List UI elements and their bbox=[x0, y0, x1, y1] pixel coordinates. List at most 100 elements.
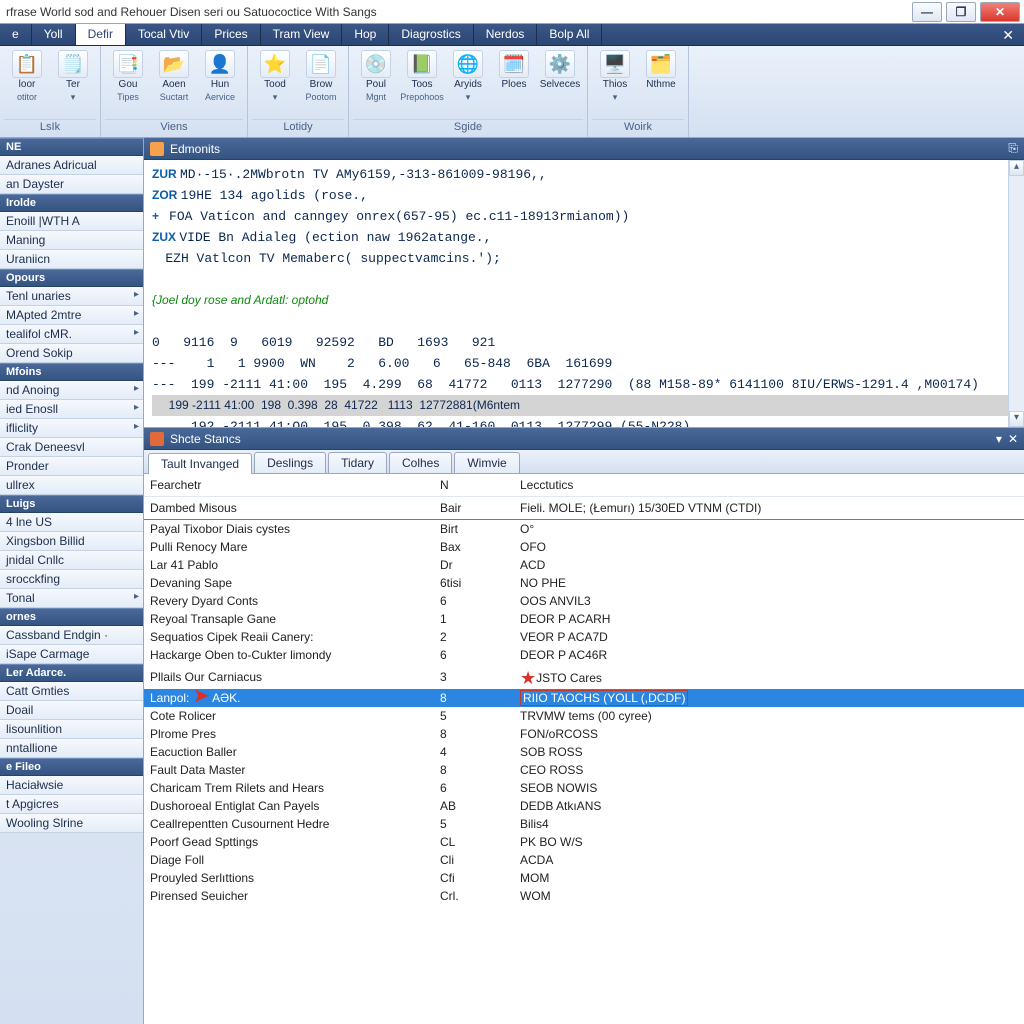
cell: ACD bbox=[514, 556, 1024, 574]
ribbon-ter[interactable]: 🗒️Ter▾ bbox=[50, 48, 96, 119]
sidebar-item[interactable]: t Apgicres bbox=[0, 795, 143, 814]
col-header[interactable]: Lecctutics bbox=[514, 474, 1024, 497]
table-row[interactable]: Payal Tixobor Diais cystesBirtO° bbox=[144, 520, 1024, 539]
table-row[interactable]: Pllails Our Carniacus3★JSTO Cares bbox=[144, 664, 1024, 689]
ribbon-brow[interactable]: 📄BrowPootom bbox=[298, 48, 344, 119]
sidebar-item[interactable]: jnidal Cnllc bbox=[0, 551, 143, 570]
table-row[interactable]: Lar 41 PabloDrACD bbox=[144, 556, 1024, 574]
sidebar-item[interactable]: Xingsbon Billid bbox=[0, 532, 143, 551]
col-header[interactable]: N bbox=[434, 474, 514, 497]
ribbon-toos[interactable]: 📗ToosPrepohoos bbox=[399, 48, 445, 119]
sidebar-item[interactable]: srocckfing bbox=[0, 570, 143, 589]
sidebar-item[interactable]: Doail bbox=[0, 701, 143, 720]
sidebar-item[interactable]: MApted 2mtre bbox=[0, 306, 143, 325]
table-row[interactable]: Diage FollCliACDA bbox=[144, 851, 1024, 869]
tab-3[interactable]: Colhes bbox=[389, 452, 452, 473]
sidebar-item[interactable]: lisounlition bbox=[0, 720, 143, 739]
ribbon-loor[interactable]: 📋loorotitor bbox=[4, 48, 50, 119]
menu-prices[interactable]: Prices bbox=[202, 24, 260, 45]
sidebar-item[interactable]: Maning bbox=[0, 231, 143, 250]
ribbon-tood[interactable]: ⭐Tood▾ bbox=[252, 48, 298, 119]
ribbon-aoen[interactable]: 📂AoenSuctart bbox=[151, 48, 197, 119]
menu-diagrostics[interactable]: Diagrostics bbox=[389, 24, 473, 45]
sidebar-item[interactable]: ifliclity bbox=[0, 419, 143, 438]
ribbon-aryids[interactable]: 🌐Aryids▾ bbox=[445, 48, 491, 119]
sidebar-item[interactable]: Cassband Endgin · bbox=[0, 626, 143, 645]
sidebar-item[interactable]: ied Enosll bbox=[0, 400, 143, 419]
table-row[interactable]: Charicam Trem Rilets and Hears6SEOB NOWI… bbox=[144, 779, 1024, 797]
ribbon-nthme[interactable]: 🗂️Nthme bbox=[638, 48, 684, 119]
menu-bolp all[interactable]: Bolp All bbox=[537, 24, 602, 45]
close-button[interactable]: ✕ bbox=[980, 2, 1020, 22]
sidebar-item[interactable]: Wooling Slrine bbox=[0, 814, 143, 833]
sidebar-item[interactable]: Pronder bbox=[0, 457, 143, 476]
lower-title: Shcte Stancs bbox=[170, 432, 241, 446]
ribbon-ploes[interactable]: 🗓️Ploes bbox=[491, 48, 537, 119]
menu-tram view[interactable]: Tram View bbox=[261, 24, 343, 45]
tab-1[interactable]: Deslings bbox=[254, 452, 326, 473]
table-row[interactable]: Eacuction Baller4SOB ROSS bbox=[144, 743, 1024, 761]
ribbon-selveces[interactable]: ⚙️Selveces bbox=[537, 48, 583, 119]
sidebar-item[interactable]: 4 lne US bbox=[0, 513, 143, 532]
table-row[interactable]: Fault Data Master8CEO ROSS bbox=[144, 761, 1024, 779]
scroll-down-icon[interactable]: ▾ bbox=[1009, 411, 1024, 427]
minimize-button[interactable]: — bbox=[912, 2, 942, 22]
tab-0[interactable]: Tault Invanged bbox=[148, 453, 252, 474]
panel-close-icon[interactable]: ✕ bbox=[1008, 432, 1018, 446]
tab-2[interactable]: Tidary bbox=[328, 452, 387, 473]
sidebar-item[interactable]: nd Anoing bbox=[0, 381, 143, 400]
table-row[interactable]: Sequatios Cipek Reaii Canery:2VEOR P ACA… bbox=[144, 628, 1024, 646]
ribbon-gou[interactable]: 📑GouTipes bbox=[105, 48, 151, 119]
table-row[interactable]: Ceallrepentten Cusournent Hedre5Bilis4 bbox=[144, 815, 1024, 833]
menu-e[interactable]: e bbox=[0, 24, 32, 45]
menu-hop[interactable]: Hop bbox=[342, 24, 389, 45]
menu-defir[interactable]: Defir bbox=[76, 24, 126, 45]
lower-controls: ▾ ✕ bbox=[996, 432, 1018, 446]
menu-tocal vtiv[interactable]: Tocal Vtiv bbox=[126, 24, 202, 45]
menu-yoll[interactable]: Yoll bbox=[32, 24, 76, 45]
ribbon-hun[interactable]: 👤HunAervice bbox=[197, 48, 243, 119]
sidebar-item[interactable]: Catt Gmties bbox=[0, 682, 143, 701]
table-row[interactable]: Reyoal Transaple Gane1DEOR P ACARH bbox=[144, 610, 1024, 628]
sidebar-item[interactable]: Crak Deneesvl bbox=[0, 438, 143, 457]
col-header[interactable]: Fearchetr bbox=[144, 474, 434, 497]
editor-controls: ⎘ bbox=[1008, 141, 1018, 156]
table-row[interactable]: Cote Rolicer5TRVMW tems (00 cyree) bbox=[144, 707, 1024, 725]
cell: Prouyled Serlıttions bbox=[144, 869, 434, 887]
sidebar-item[interactable]: an Dayster bbox=[0, 175, 143, 194]
sidebar-item[interactable]: Orend Sokip bbox=[0, 344, 143, 363]
sidebar-item[interactable]: Tonal bbox=[0, 589, 143, 608]
sidebar-item[interactable]: nntallione bbox=[0, 739, 143, 758]
maximize-button[interactable]: ❐ bbox=[946, 2, 976, 22]
table-row[interactable]: Prouyled SerlıttionsCfiMOM bbox=[144, 869, 1024, 887]
tab-4[interactable]: Wimvie bbox=[454, 452, 519, 473]
table-row[interactable]: Lanpol: ➤ AƏK.8RIIO TAOCHS (YOLL (,DCDF) bbox=[144, 689, 1024, 707]
editor-text[interactable]: ZUR MD·-15·.2MWbrotn TV AMy6159,-313-861… bbox=[144, 160, 1024, 428]
table-wrap[interactable]: FearchetrNLecctuticsDambed MisousBairFie… bbox=[144, 474, 1024, 1024]
cell: SOB ROSS bbox=[514, 743, 1024, 761]
menu-nerdos[interactable]: Nerdos bbox=[474, 24, 538, 45]
sidebar-item[interactable]: iSape Carmage bbox=[0, 645, 143, 664]
table-row[interactable]: Dushoroeal Entiglat Can PayelsABDEDB Atk… bbox=[144, 797, 1024, 815]
editor-scrollbar[interactable]: ▴ ▾ bbox=[1008, 160, 1024, 427]
table-row[interactable]: Plrome Pres8FON/oRCOSS bbox=[144, 725, 1024, 743]
ribbon-poul[interactable]: 💿PoulMgnt bbox=[353, 48, 399, 119]
menu-close-icon[interactable]: ✕ bbox=[992, 24, 1024, 45]
sidebar-item[interactable]: tealifol cMR. bbox=[0, 325, 143, 344]
table-row[interactable]: Poorf Gead SpttingsCLPK BO W/S bbox=[144, 833, 1024, 851]
sidebar-item[interactable]: Uraniicn bbox=[0, 250, 143, 269]
table-row[interactable]: Pulli Renocy MareBaxOFO bbox=[144, 538, 1024, 556]
sidebar-item[interactable]: Haciałwsie bbox=[0, 776, 143, 795]
sidebar-item[interactable]: Tenl unaries bbox=[0, 287, 143, 306]
pin-icon[interactable]: ▾ bbox=[996, 432, 1002, 446]
scroll-up-icon[interactable]: ▴ bbox=[1009, 160, 1024, 176]
sidebar-item[interactable]: ullrex bbox=[0, 476, 143, 495]
sidebar-item[interactable]: Enoill |WTH A bbox=[0, 212, 143, 231]
ribbon-thios[interactable]: 🖥️Thios▾ bbox=[592, 48, 638, 119]
editor-restore-icon[interactable]: ⎘ bbox=[1008, 141, 1018, 156]
sidebar-item[interactable]: Adranes Adricual bbox=[0, 156, 143, 175]
table-row[interactable]: Pirensed SeuicherCrl.WOM bbox=[144, 887, 1024, 905]
table-row[interactable]: Revery Dyard Conts6OOS ANVIL3 bbox=[144, 592, 1024, 610]
table-row[interactable]: Hackarge Oben to-Cukter limondy6DEOR P A… bbox=[144, 646, 1024, 664]
table-row[interactable]: Devaning Sape6tisiNO PHE bbox=[144, 574, 1024, 592]
